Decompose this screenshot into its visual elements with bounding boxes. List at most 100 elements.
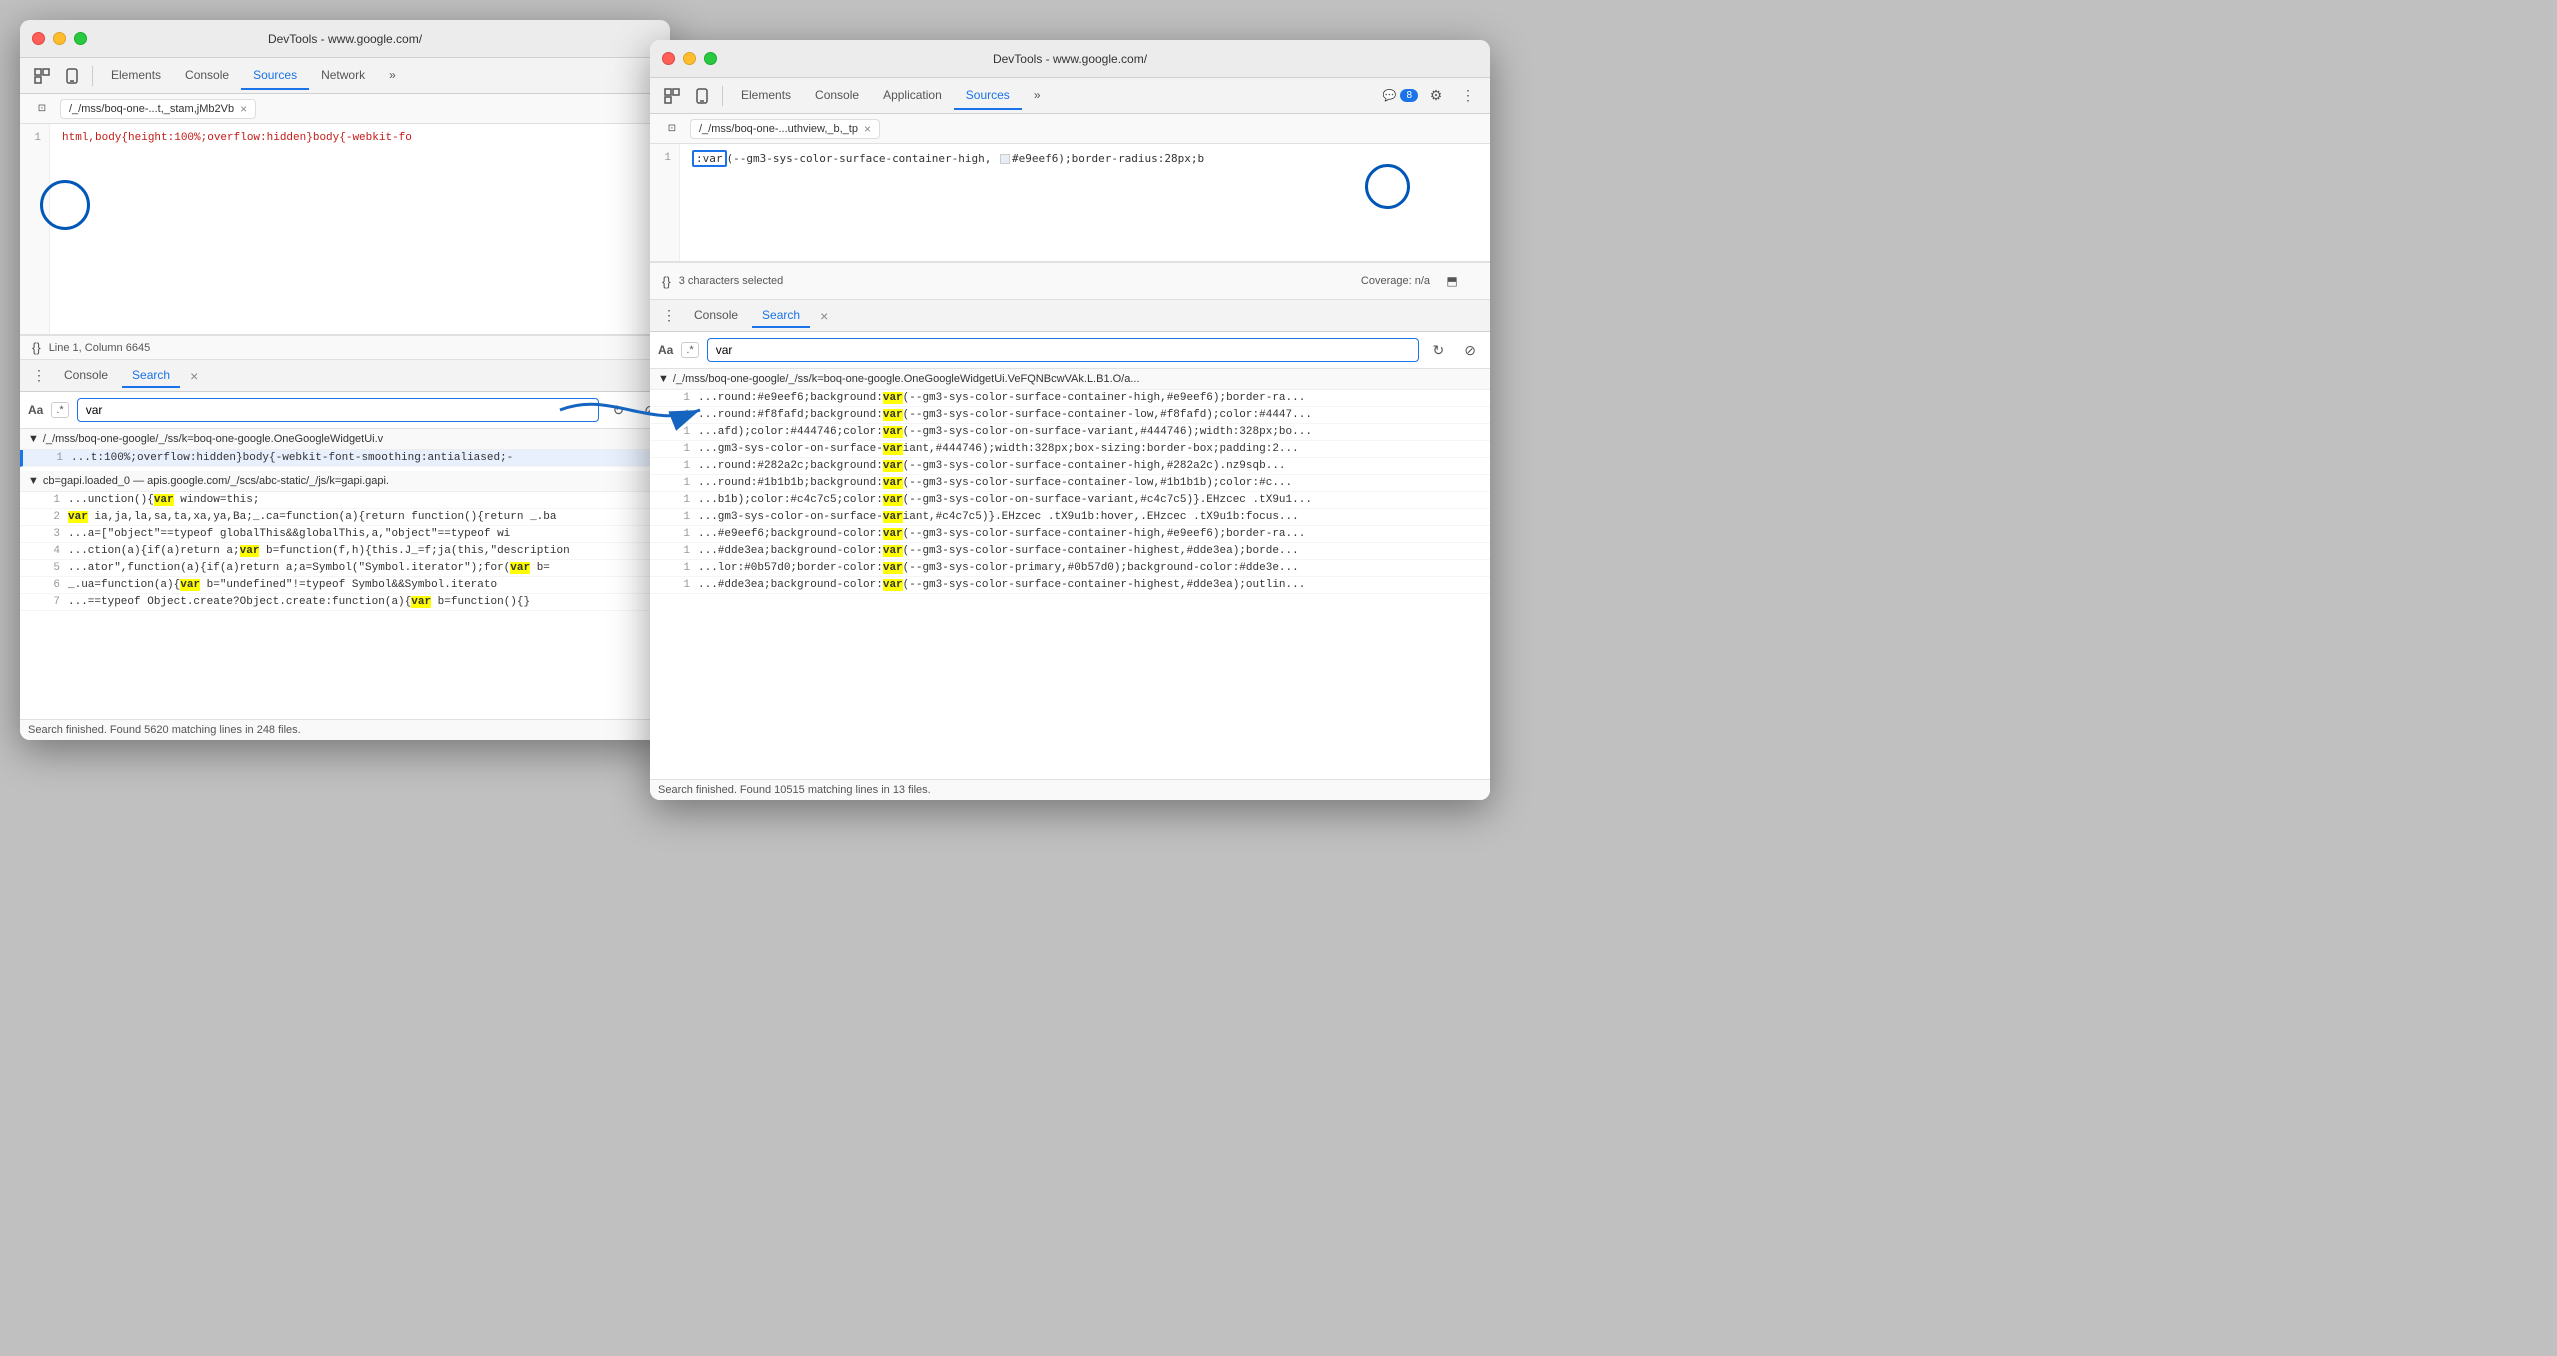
settings-icon-right[interactable]: ⚙ [1422, 82, 1450, 110]
tab-more-left[interactable]: » [377, 62, 408, 90]
panel-close-left[interactable]: × [184, 366, 204, 386]
brace-icon-left: {} [32, 340, 41, 355]
right-devtools-window: DevTools - www.google.com/ Elements Cons… [650, 40, 1490, 800]
result-row-8-right[interactable]: 1 ...gm3-sys-color-on-surface-variant,#c… [650, 509, 1490, 526]
result-row-5-left[interactable]: 4 ...ction(a){if(a)return a;var b=functi… [20, 543, 670, 560]
panel-tab-search-right[interactable]: Search [752, 304, 810, 328]
file-tab-right[interactable]: /_/mss/boq-one-...uthview,_b,_tp × [690, 119, 880, 139]
result-row-6-right[interactable]: 1 ...round:#1b1b1b;background:var(--gm3-… [650, 475, 1490, 492]
code-content-left[interactable]: html,body{height:100%;overflow:hidden}bo… [50, 124, 670, 334]
minimize-button-right[interactable] [683, 52, 696, 65]
close-button-right[interactable] [662, 52, 675, 65]
panel-menu-icon-left[interactable]: ⋮ [28, 367, 50, 384]
result-row-5-right[interactable]: 1 ...round:#282a2c;background:var(--gm3-… [650, 458, 1490, 475]
result-text-7-right: ...b1b);color:#c4c7c5;color:var(--gm3-sy… [698, 494, 1312, 506]
search-input-right[interactable] [707, 338, 1419, 362]
result-row-12-right[interactable]: 1 ...#dde3ea;background-color:var(--gm3-… [650, 577, 1490, 594]
result-text-7-left: _.ua=function(a){var b="undefined"!=type… [68, 579, 497, 591]
toolbar-right: Elements Console Application Sources » 💬… [650, 78, 1490, 114]
result-row-3-right[interactable]: 1 ...afd);color:#444746;color:var(--gm3-… [650, 424, 1490, 441]
coverage-expand-btn[interactable]: ⬒ [1438, 267, 1466, 295]
result-line-5-right: 1 [670, 460, 690, 472]
result-row-4-right[interactable]: 1 ...gm3-sys-color-on-surface-variant,#4… [650, 441, 1490, 458]
result-row-8-left[interactable]: 7 ...==typeof Object.create?Object.creat… [20, 594, 670, 611]
inspect-icon[interactable] [28, 62, 56, 90]
status-text-right: 3 characters selected [679, 275, 784, 287]
tab-console-right[interactable]: Console [803, 82, 871, 110]
result-line-4-right: 1 [670, 443, 690, 455]
result-file-header-2-left[interactable]: ▼ cb=gapi.loaded_0 — apis.google.com/_/s… [20, 471, 670, 492]
result-file-arrow-2-left: ▼ [28, 475, 39, 487]
result-line-4-left: 3 [40, 528, 60, 540]
panel-tab-console-right[interactable]: Console [684, 304, 748, 328]
search-aa-right[interactable]: Aa [658, 343, 673, 357]
search-regex-right[interactable]: .* [681, 342, 698, 358]
mobile-icon-right[interactable] [688, 82, 716, 110]
search-aa-left[interactable]: Aa [28, 403, 43, 417]
result-row-7-left[interactable]: 6 _.ua=function(a){var b="undefined"!=ty… [20, 577, 670, 594]
result-line-1-left: 1 [43, 452, 63, 464]
search-regex-left[interactable]: .* [51, 402, 68, 418]
result-row-10-right[interactable]: 1 ...#dde3ea;background-color:var(--gm3-… [650, 543, 1490, 560]
panel-tab-console-left[interactable]: Console [54, 364, 118, 388]
tab-more-right[interactable]: » [1022, 82, 1053, 110]
maximize-button-right[interactable] [704, 52, 717, 65]
inspect-icon-right[interactable] [658, 82, 686, 110]
menu-dots-right[interactable]: ⋮ [1454, 82, 1482, 110]
badge-count-right: 8 [1400, 89, 1418, 102]
result-row-1-right[interactable]: 1 ...round:#e9eef6;background:var(--gm3-… [650, 390, 1490, 407]
toolbar-left: Elements Console Sources Network » [20, 58, 670, 94]
close-button-left[interactable] [32, 32, 45, 45]
sidebar-toggle-left[interactable]: ⊡ [28, 95, 56, 123]
result-row-9-right[interactable]: 1 ...#e9eef6;background-color:var(--gm3-… [650, 526, 1490, 543]
status-bar-right: {} 3 characters selected Coverage: n/a ⬒ [650, 262, 1490, 300]
tab-elements-left[interactable]: Elements [99, 62, 173, 90]
result-row-1-left[interactable]: 1 ...t:100%;overflow:hidden}body{-webkit… [20, 450, 670, 467]
sidebar-toggle-right[interactable]: ⊡ [658, 115, 686, 143]
code-text-left: html,body{height:100%;overflow:hidden}bo… [62, 132, 412, 144]
search-input-left[interactable] [77, 398, 599, 422]
line-numbers-left: 1 [20, 124, 50, 334]
file-tab-label-left: /_/mss/boq-one-...t,_stam,jMb2Vb [69, 103, 234, 115]
tab-sources-left[interactable]: Sources [241, 62, 309, 90]
status-text-left: Line 1, Column 6645 [49, 342, 151, 354]
result-row-2-right[interactable]: 1 ...round:#f8fafd;background:var(--gm3-… [650, 407, 1490, 424]
toolbar-divider [92, 66, 93, 86]
main-tab-bar-left: Elements Console Sources Network » [99, 62, 408, 90]
toolbar-right-icons: 💬 8 ⚙ ⋮ [1383, 82, 1482, 110]
result-row-6-left[interactable]: 5 ...ator",function(a){if(a)return a;a=S… [20, 560, 670, 577]
tab-network-left[interactable]: Network [309, 62, 377, 90]
tab-sources-right[interactable]: Sources [954, 82, 1022, 110]
minimize-button-left[interactable] [53, 32, 66, 45]
result-row-11-right[interactable]: 1 ...lor:#0b57d0;border-color:var(--gm3-… [650, 560, 1490, 577]
result-row-4-left[interactable]: 3 ...a=["object"==typeof globalThis&&glo… [20, 526, 670, 543]
result-text-12-right: ...#dde3ea;background-color:var(--gm3-sy… [698, 579, 1305, 591]
result-file-header-1-right[interactable]: ▼ /_/mss/boq-one-google/_/ss/k=boq-one-g… [650, 369, 1490, 390]
code-content-right[interactable]: :var(--gm3-sys-color-surface-container-h… [680, 144, 1490, 261]
tab-console-left[interactable]: Console [173, 62, 241, 90]
maximize-button-left[interactable] [74, 32, 87, 45]
search-results-left: ▼ /_/mss/boq-one-google/_/ss/k=boq-one-g… [20, 429, 670, 719]
result-row-2-left[interactable]: 1 ...unction(){var window=this; [20, 492, 670, 509]
panel-tab-search-left[interactable]: Search [122, 364, 180, 388]
tab-elements-right[interactable]: Elements [729, 82, 803, 110]
file-tab-label-right: /_/mss/boq-one-...uthview,_b,_tp [699, 123, 858, 135]
file-tab-close-right[interactable]: × [864, 122, 871, 136]
result-text-5-right: ...round:#282a2c;background:var(--gm3-sy… [698, 460, 1286, 472]
result-line-8-left: 7 [40, 596, 60, 608]
result-text-1-right: ...round:#e9eef6;background:var(--gm3-sy… [698, 392, 1305, 404]
line-numbers-right: 1 [650, 144, 680, 261]
panel-menu-icon-right[interactable]: ⋮ [658, 307, 680, 324]
file-tab-left[interactable]: /_/mss/boq-one-...t,_stam,jMb2Vb × [60, 99, 256, 119]
coverage-label-right: Coverage: n/a [1361, 275, 1430, 287]
result-row-7-right[interactable]: 1 ...b1b);color:#c4c7c5;color:var(--gm3-… [650, 492, 1490, 509]
arrow-svg [550, 380, 710, 440]
file-tab-close-left[interactable]: × [240, 102, 247, 116]
result-row-3-left[interactable]: 2 var ia,ja,la,sa,ta,xa,ya,Ba;_.ca=funct… [20, 509, 670, 526]
panel-close-right[interactable]: × [814, 306, 834, 326]
search-clear-btn-right[interactable]: ⊘ [1458, 340, 1482, 361]
tab-application-right[interactable]: Application [871, 82, 954, 110]
search-refresh-btn-right[interactable]: ↻ [1427, 340, 1451, 361]
mobile-icon[interactable] [58, 62, 86, 90]
result-file-name-2-left: cb=gapi.loaded_0 — apis.google.com/_/scs… [43, 475, 389, 487]
